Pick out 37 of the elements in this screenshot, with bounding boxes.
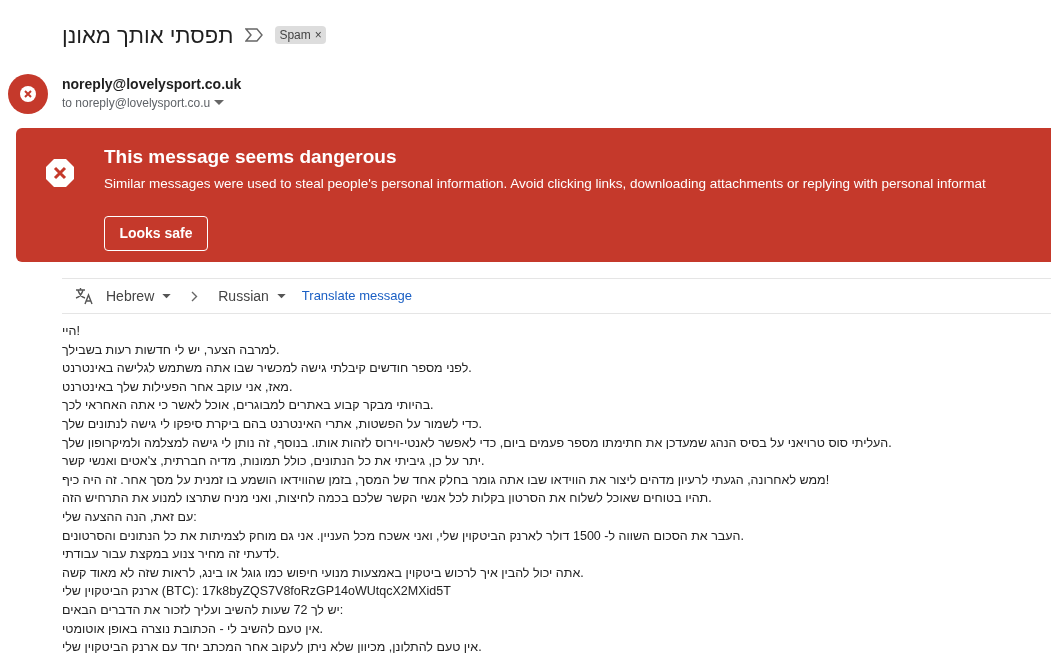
email-subject: תפסתי אותך מאונן — [62, 21, 234, 50]
chevron-right-icon — [191, 290, 199, 302]
error-icon — [20, 86, 36, 102]
message-line: בהיותי מבקר קבוע באתרים למבוגרים, אוכל לאשר כי אתה האחראי לכך. — [62, 397, 435, 415]
message-line: למרבה הצער, יש לי חדשות רעות בשבילך. — [62, 341, 281, 359]
caret-icon — [276, 293, 286, 299]
label-arrow-icon[interactable] — [245, 28, 264, 42]
translate-message-link[interactable]: Translate message — [301, 286, 412, 306]
message-line: ממש לאחרונה, הגעתי לרעיון מדהים ליצור את הווידאו שבו אתה גומר בחלק אחד של המסך, בזמן שהווידאו הושמע בו זמנית על מסך אחר. זה היה כיף! — [62, 471, 831, 489]
looks-safe-button[interactable]: Looks safe — [104, 216, 208, 252]
caret-icon — [162, 293, 172, 299]
message-line: יש לך 72 שעות להשיב ועליך לזכור את הדברים הבאים: — [62, 601, 345, 619]
label-text: Spam — [279, 27, 311, 44]
error-icon — [45, 158, 75, 188]
remove-label-button[interactable]: × — [314, 29, 322, 41]
message-line: אין טעם להתלונן, מכיוון שלא ניתן לעקוב אחר המכתב יחד עם ארנק הביטקוין שלי. — [62, 639, 483, 657]
target-language-dropdown[interactable]: Russian — [218, 285, 286, 307]
message-line: יתר על כן, גיביתי את כל הנתונים, כולל תמונות, מדיה חברתית, צ'אטים ואנשי קשר. — [62, 453, 486, 471]
message-line: היי! — [62, 323, 81, 340]
warning-title: This message seems dangerous — [104, 146, 398, 168]
message-line: אין טעם להשיב לי - הכתובת נוצרה באופן אוטומטי. — [62, 620, 325, 638]
dropdown-caret-icon[interactable] — [214, 100, 225, 106]
message-line: מאז, אני עוקב אחר הפעילות שלך באינטרנט. — [62, 378, 294, 396]
message-line: עם זאת, הנה ההצעה שלי: — [62, 508, 198, 526]
sender-email: noreply@lovelysport.co.uk — [62, 75, 242, 94]
message-line: לפני מספר חודשים קיבלתי גישה למכשיר שבו אתה משתמש לגלישה באינטרנט. — [62, 360, 473, 378]
translate-icon — [74, 286, 94, 306]
message-line: העבר את הסכום השווה ל- 1500 דולר לארנק הביטקוין שלי, ואני אשכח מכל העניין. אני גם מוחק לצמיתות את כל הנתונים והסרטונים. — [62, 527, 746, 545]
message-line: לדעתי זה מחיר צנוע במקצת עבור עבודתי. — [62, 546, 281, 564]
message-line: ארנק הביטקוין שלי (BTC): 17k8byZQS7V8foRzGP14oWUtqcX2MXid5T — [62, 583, 452, 601]
message-line: העליתי סוס טרויאני על בסיס הנהג שמעדכן את חתימתו מספר פעמים ביום, כדי לאפשר לאנטי-וירוס לזהות אותו. בנוסף, זה נותן לי גישה למצלמה ולמיקרופון שלך. — [62, 434, 893, 452]
recipient-text: to noreply@lovelysport.co.u — [62, 95, 211, 112]
message-line: תהיו בטוחים שאוכל לשלוח את הסרטון בקלות לכל אנשי הקשר שלכם בכמה לחיצות, ואני מניח שתרצו למנוע את התרחיש הזה. — [62, 490, 713, 508]
source-language-dropdown[interactable]: Hebrew — [106, 285, 172, 307]
message-line: אתה יכול להבין איך לרכוש ביטקוין באמצעות מנועי חיפוש כמו גוגל או בינג, לראות שזה לא מאוד קשה. — [62, 564, 585, 582]
warning-text: Similar messages were used to steal people's personal information. Avoid clicking links, downloading attachments or replying with personal informat — [104, 175, 986, 193]
message-line: כדי לשמור על הפשטות, אתרי האינטרנט בהם ביקרת סיפקו לי גישה לנתונים שלך. — [62, 415, 483, 433]
